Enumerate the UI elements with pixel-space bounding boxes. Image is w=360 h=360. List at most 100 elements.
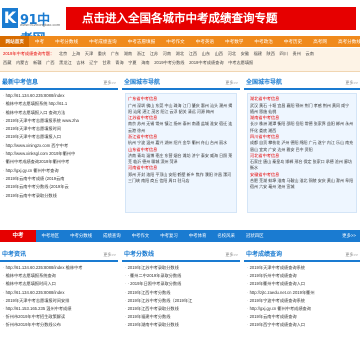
list-item[interactable]: 2019年江苏中考录取分数线 [125, 264, 237, 272]
region-link[interactable]: 四川 [280, 51, 288, 57]
nav-item[interactable]: 中考英语 [190, 36, 219, 47]
list-item[interactable]: 2019年云南中考成绩 (2019云南 [3, 175, 115, 183]
list-item[interactable]: 2019年福建中考分数线 [125, 313, 237, 321]
exam-results-banner[interactable]: 点击进入全国各城市中考成绩查询专题 [66, 7, 356, 30]
list-item[interactable]: http://www.xinksgl.com 2019年衢州中 [3, 150, 115, 158]
city-links[interactable]: 广州 深圳 佛山 东莞 中山 珠海 江门 肇庆 惠州 汕头 潮州 揭阳 汕尾 湛… [128, 103, 234, 115]
section-link[interactable]: 中考分数线 [65, 233, 98, 239]
list-item[interactable]: 2019年天津中考志愿填报时间安排 [3, 297, 115, 305]
region-link[interactable]: 天津 [85, 51, 93, 57]
region-link[interactable]: 新疆 [33, 60, 41, 66]
more-link[interactable]: 更多>> [337, 233, 360, 239]
region-link[interactable]: 湖南 [124, 51, 132, 57]
section-link[interactable]: 成绩查询 [98, 233, 127, 239]
list-item[interactable]: http://www.xiningzx.com 西宁中考 [3, 142, 115, 150]
city-links[interactable]: 长沙 株洲 湘潭 衡阳 邵阳 岳阳 常德 张家界 益阳 郴州 永州 怀化 娄底 … [250, 121, 354, 133]
region-link[interactable]: 上海 [72, 51, 80, 57]
more-link[interactable]: 更多>> [103, 250, 116, 260]
list-item[interactable]: 2019年湖南中考录取分数线 [125, 321, 237, 329]
section-link[interactable]: 名校风采 [212, 233, 241, 239]
region-link[interactable]: 山东 [202, 51, 210, 57]
list-item[interactable]: 榆林中考志愿填报系统 http://61.1 [3, 100, 115, 108]
nav-item[interactable]: 中考成绩查询 [84, 36, 123, 47]
region-link[interactable]: 2019中考成绩查询 [189, 60, 223, 66]
section-link[interactable]: 中考复习 [155, 233, 184, 239]
nav-item-home[interactable]: 网站首页 [0, 36, 30, 47]
more-link[interactable]: 更多>> [345, 250, 358, 260]
city-links[interactable]: 合肥 芜湖 蚌埠 淮南 马鞍山 淮北 铜陵 安庆 黄山 滁州 阜阳 宿州 六安 … [250, 178, 354, 190]
region-link[interactable]: 中考志愿填报 [228, 60, 253, 66]
list-item[interactable]: 2019年西宁中考成绩查询入口 [247, 321, 357, 329]
region-link[interactable]: 西藏 [3, 60, 11, 66]
list-item[interactable]: 2019年江西中考录取分数线 [125, 305, 237, 313]
list-item[interactable]: 榆林中考志愿填报入口 查询方法 [3, 109, 115, 117]
more-link[interactable]: 更多>> [225, 250, 238, 260]
city-links[interactable]: 武汉 黄石 十堰 宜昌 襄阳 鄂州 荆门 孝感 荆州 黄冈 咸宁 随州 恩施 仙… [250, 103, 354, 115]
city-links[interactable]: 郑州 开封 洛阳 平顶山 安阳 鹤壁 新乡 焦作 濮阳 许昌 漯河 三门峡 南阳… [128, 172, 234, 184]
city-links[interactable]: 成都 自贡 攀枝花 泸州 德阳 绵阳 广元 遂宁 内江 乐山 南充 眉山 宜宾 … [250, 140, 354, 152]
region-link[interactable]: 贵州 [293, 51, 301, 57]
region-link[interactable]: 福建 [254, 51, 262, 57]
list-item[interactable]: 忻州市2019年中考分数线公布 [3, 321, 115, 329]
region-link[interactable]: 安徽 [241, 51, 249, 57]
list-item[interactable]: 榆林中考志愿填报系统查询 [3, 272, 115, 280]
list-item[interactable]: http://61.134.60.235:8088/index [3, 92, 115, 100]
list-item[interactable]: 忻州市2019年中考招生政策解读 [3, 313, 115, 321]
more-link[interactable]: 更多>> [225, 78, 238, 88]
list-item[interactable]: 2019年天津中考志愿填报时间 [3, 125, 115, 133]
list-item[interactable]: 2019年忻州中考成绩查询 [247, 272, 357, 280]
region-link[interactable]: 广西 [46, 60, 54, 66]
list-item[interactable]: 2019年宁波中考成绩查询系统 [247, 297, 357, 305]
list-item[interactable]: 2019年云南中考录取分数线 [3, 192, 115, 200]
list-item[interactable]: 2019年江西中考分数线 [125, 289, 237, 297]
list-item[interactable]: http://gxj.gy.cn 衢州中考成绩查询 [247, 305, 357, 313]
list-item[interactable]: http://61.134.60.235:8088/index 榆林中考 [3, 264, 115, 272]
nav-item[interactable]: 高考分数线 [332, 36, 360, 47]
list-item[interactable]: 2019年衢州中考成绩查询入口 [247, 280, 357, 288]
region-link[interactable]: 2019年中考成绩查询专题： [3, 51, 54, 57]
more-link[interactable]: 更多>> [103, 78, 116, 88]
more-link[interactable]: 更多>> [345, 78, 358, 88]
section-link[interactable]: 中考体育 [183, 233, 212, 239]
list-item[interactable]: http://gxj.gy.cn 衢州中考查询 [3, 167, 115, 175]
region-link[interactable]: 广东 [111, 51, 119, 57]
region-link[interactable]: 海南 [141, 60, 149, 66]
region-link[interactable]: 黑龙江 [59, 60, 72, 66]
list-item[interactable]: http://61.134.60.235:8088/index [3, 289, 115, 297]
city-links[interactable]: 济南 青岛 淄博 枣庄 东营 烟台 潍坊 济宁 泰安 威海 日照 莱芜 临沂 德… [128, 153, 234, 165]
region-link[interactable]: 江苏 [150, 51, 158, 57]
list-item[interactable]: 2019年天津中考志愿填报入口 [3, 133, 115, 141]
region-link[interactable]: 河北 [228, 51, 236, 57]
section-link[interactable]: 中考地区 [36, 233, 65, 239]
region-link[interactable]: 吉林 [76, 60, 84, 66]
nav-item[interactable]: 中考志愿填报 [122, 36, 161, 47]
list-item[interactable]: 2019年江苏中考分数线（2019年江 [125, 297, 237, 305]
list-item[interactable]: · 2019年日照中考录取分数线 [125, 280, 237, 288]
region-link[interactable]: 北京 [59, 51, 67, 57]
region-link[interactable]: 江西 [189, 51, 197, 57]
nav-item[interactable]: 中考政治 [249, 36, 278, 47]
list-item[interactable]: 榆林中考志愿填报时间入口 [3, 280, 115, 288]
region-link[interactable]: 重庆 [98, 51, 106, 57]
region-link[interactable]: 甘肃 [102, 60, 110, 66]
region-link[interactable]: 辽宁 [89, 60, 97, 66]
city-links[interactable]: 杭州 宁波 温州 嘉兴 湖州 绍兴 金华 衢州 舟山 台州 丽水 [128, 140, 234, 146]
site-logo[interactable]: K 91中考网 www.91zhongkao.com [2, 8, 60, 47]
list-item[interactable]: 2019年天津中考成绩查询系统 [247, 264, 357, 272]
region-link[interactable]: 宁夏 [128, 60, 136, 66]
region-link[interactable]: 湖北 [176, 51, 184, 57]
list-item[interactable]: http://61.153.165.235 温州中考成绩 [3, 305, 115, 313]
nav-item[interactable]: 中考数学 [220, 36, 249, 47]
list-item[interactable]: http://zjtc.zaedu.net.cn 2019年衢州 [247, 289, 357, 297]
city-links[interactable]: 南京 苏州 无锡 常州 镇江 扬州 泰州 南通 盐城 淮安 宿迁 连云港 徐州 [128, 121, 234, 133]
nav-item[interactable]: 高考网 [308, 36, 333, 47]
region-link[interactable]: 山西 [215, 51, 223, 57]
list-item[interactable]: · 衢州二中2019年录取分数线 [125, 272, 237, 280]
region-link[interactable]: 2019中考分数线 [154, 60, 184, 66]
region-link[interactable]: 青海 [115, 60, 123, 66]
region-link[interactable]: 河南 [163, 51, 171, 57]
region-link[interactable]: 云南 [306, 51, 314, 57]
list-item[interactable]: 2019年云南中考成绩查询 [247, 313, 357, 321]
nav-item[interactable]: 中考分数线 [50, 36, 84, 47]
region-link[interactable]: 内蒙古 [16, 60, 29, 66]
